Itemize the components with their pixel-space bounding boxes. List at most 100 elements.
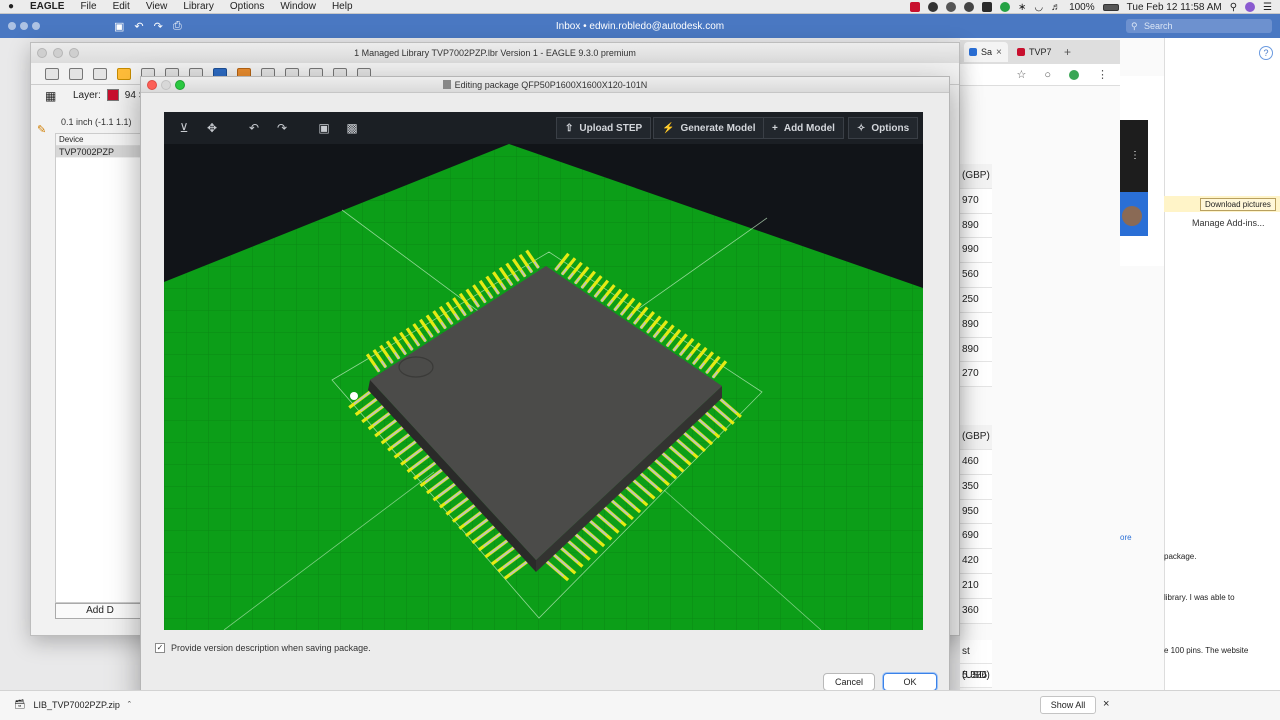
edit-pencil-icon[interactable]: ✎ bbox=[37, 123, 46, 136]
show-all-button[interactable]: Show All bbox=[1040, 696, 1096, 714]
layer-selector[interactable]: Layer: 94 S bbox=[73, 89, 145, 101]
tab-label: TVP7 bbox=[1029, 47, 1052, 57]
upload-step-button[interactable]: ⇧ Upload STEP bbox=[556, 117, 652, 139]
generate-model-button[interactable]: ⚡ Generate Model bbox=[653, 117, 765, 139]
bluetooth-icon[interactable]: ∗ bbox=[1018, 2, 1026, 13]
volume-icon[interactable]: ♬ bbox=[1051, 2, 1061, 13]
outlook-reading-pane: ? bbox=[1164, 38, 1280, 720]
version-description-option[interactable]: ✓ Provide version description when savin… bbox=[155, 643, 371, 653]
upload-step-label: Upload STEP bbox=[579, 122, 643, 134]
menu-bar: ● EAGLE File Edit View Library Options W… bbox=[0, 0, 1280, 14]
browser-tab-2[interactable]: TVP7 bbox=[1012, 42, 1056, 62]
device-list: Device TVP7002PZP bbox=[55, 133, 145, 603]
email-text-line: e 100 pins. The website bbox=[1164, 646, 1249, 655]
pan-icon[interactable]: ✥ bbox=[204, 121, 220, 135]
minimize-dot[interactable] bbox=[161, 80, 171, 90]
battery-icon[interactable] bbox=[1102, 3, 1119, 11]
bookmark-star-icon[interactable]: ☆ bbox=[1016, 68, 1026, 81]
upload-icon: ⇧ bbox=[565, 122, 574, 134]
3d-package-viewer[interactable]: ⊻ ✥ ↶ ↷ ▣ ▩ ⇧ Upload STEP ⚡ Generate Mod… bbox=[164, 112, 923, 630]
perspective-icon[interactable]: ▩ bbox=[344, 121, 360, 135]
search-input[interactable]: ⚲ Search bbox=[1126, 19, 1272, 33]
layer-label: Layer: bbox=[73, 89, 101, 101]
list-item[interactable]: TVP7002PZP bbox=[56, 146, 144, 158]
zoom-dot[interactable] bbox=[69, 48, 79, 58]
extension-icon[interactable]: ○ bbox=[1044, 69, 1051, 81]
more-icon[interactable]: ⋮ bbox=[1120, 120, 1148, 192]
grid-icon[interactable]: ▦ bbox=[45, 89, 61, 105]
spotlight-icon[interactable]: ⚲ bbox=[1230, 2, 1237, 13]
help-icon[interactable]: ? bbox=[1259, 46, 1273, 60]
apple-icon[interactable]: ● bbox=[0, 1, 22, 12]
usd-header: st (USD) bbox=[960, 640, 992, 681]
add-model-button[interactable]: + Add Model bbox=[763, 117, 844, 139]
target-icon[interactable] bbox=[963, 2, 974, 12]
app-status-icon[interactable] bbox=[909, 2, 920, 12]
download-item[interactable]: 🗃 LIB_TVP7002PZP.zip ˆ bbox=[14, 699, 131, 710]
library-icon[interactable] bbox=[117, 67, 131, 80]
document-icon bbox=[442, 80, 451, 89]
price-header: (GBP) bbox=[960, 164, 992, 189]
close-icon[interactable]: × bbox=[996, 47, 1002, 58]
browser-address-bar[interactable]: ☆ ○ ⋮ bbox=[960, 64, 1120, 86]
view-home-icon[interactable]: ⊻ bbox=[176, 121, 192, 135]
price-cell: 990 bbox=[960, 238, 992, 264]
email-link[interactable]: ore bbox=[1120, 533, 1132, 542]
options-button[interactable]: ✧ Options bbox=[848, 117, 919, 139]
price-cell: 250 bbox=[960, 287, 992, 313]
redo-icon[interactable]: ↷ bbox=[274, 121, 290, 135]
add-device-button[interactable]: Add D bbox=[55, 603, 145, 619]
browser-tab-strip: Sa × TVP7 + bbox=[960, 40, 1120, 64]
zip-file-icon: 🗃 bbox=[14, 699, 26, 709]
menu-edit[interactable]: Edit bbox=[105, 1, 138, 12]
close-dot[interactable] bbox=[37, 48, 47, 58]
wifi-icon[interactable]: ◡ bbox=[1034, 2, 1043, 13]
notification-center-icon[interactable]: ☰ bbox=[1263, 2, 1272, 13]
ok-button[interactable]: OK bbox=[883, 673, 937, 691]
new-tab-button[interactable]: + bbox=[1064, 45, 1071, 59]
clock[interactable]: Tue Feb 12 11:58 AM bbox=[1127, 2, 1222, 13]
close-dot[interactable] bbox=[147, 80, 157, 90]
background-mail-titlebar: ▣ ↶ ↷ ⎙ Inbox • edwin.robledo@autodesk.c… bbox=[0, 14, 1280, 38]
fit-view-icon[interactable]: ▣ bbox=[316, 121, 332, 135]
zoom-dot[interactable] bbox=[175, 80, 185, 90]
manage-addins-link[interactable]: Manage Add-ins... bbox=[1192, 218, 1265, 228]
version-checkbox[interactable]: ✓ bbox=[155, 643, 165, 653]
drive-icon[interactable] bbox=[1069, 69, 1079, 80]
menu-library[interactable]: Library bbox=[175, 1, 222, 12]
download-pictures-button[interactable]: Download pictures bbox=[1200, 198, 1276, 211]
browser-tab-1[interactable]: Sa × bbox=[964, 42, 1008, 62]
outlook-account-panel: ⋮ bbox=[1120, 120, 1148, 236]
avatar[interactable] bbox=[1122, 206, 1142, 226]
record-icon[interactable] bbox=[927, 2, 938, 12]
green-status-icon[interactable] bbox=[999, 2, 1010, 12]
browser-menu-icon[interactable]: ⋮ bbox=[1097, 68, 1108, 81]
undo-icon[interactable]: ↶ bbox=[246, 121, 262, 135]
eagle-window-title: 1 Managed Library TVP7002PZP.lbr Version… bbox=[354, 48, 636, 58]
menu-window[interactable]: Window bbox=[272, 1, 324, 12]
print-icon[interactable] bbox=[93, 67, 107, 80]
menu-help[interactable]: Help bbox=[324, 1, 361, 12]
ti-favicon bbox=[1017, 48, 1025, 56]
chevron-up-icon[interactable]: ˆ bbox=[128, 700, 131, 710]
dialog-titlebar: Editing package QFP50P1600X1600X120-101N bbox=[141, 77, 949, 93]
cancel-button[interactable]: Cancel bbox=[823, 673, 875, 691]
battery-text: 100% bbox=[1069, 1, 1095, 13]
menu-file[interactable]: File bbox=[72, 1, 104, 12]
close-icon[interactable]: × bbox=[1103, 698, 1109, 710]
menu-app[interactable]: EAGLE bbox=[22, 1, 72, 12]
mail-title: Inbox • edwin.robledo@autodesk.com bbox=[555, 20, 725, 32]
price-cell: 970 bbox=[960, 188, 992, 214]
sync-icon[interactable] bbox=[945, 2, 956, 12]
save-icon[interactable] bbox=[69, 67, 83, 80]
price-cell: 890 bbox=[960, 337, 992, 363]
price-header: (GBP) bbox=[960, 425, 992, 450]
minimize-dot[interactable] bbox=[53, 48, 63, 58]
price-cell: 460 bbox=[960, 449, 992, 475]
skype-icon[interactable] bbox=[981, 2, 992, 12]
menu-options[interactable]: Options bbox=[222, 1, 272, 12]
siri-icon[interactable] bbox=[1245, 2, 1256, 12]
new-file-icon[interactable] bbox=[45, 67, 59, 80]
menu-view[interactable]: View bbox=[138, 1, 176, 12]
price-cell: 950 bbox=[960, 499, 992, 525]
